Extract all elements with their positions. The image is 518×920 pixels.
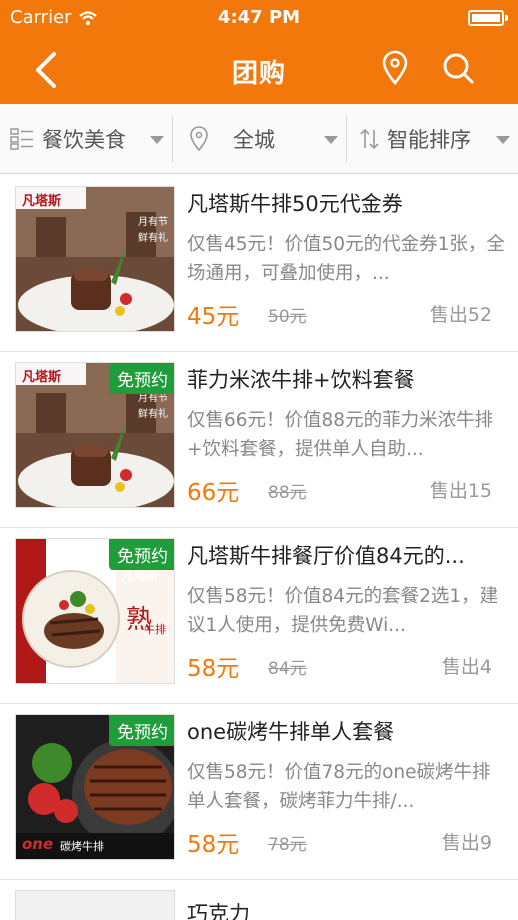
deal-price: 58元: [187, 832, 240, 858]
thumb-brand-text: one: [22, 835, 54, 853]
thumb-brand-text: 凡塔斯: [22, 370, 62, 385]
deal-price: 58元: [187, 656, 240, 682]
area-filter[interactable]: 全城: [172, 115, 346, 162]
caret-down-icon: [150, 135, 164, 144]
deal-price: 66元: [187, 480, 240, 506]
grid-icon: [10, 127, 33, 150]
deal-description: 仅售58元！价值84元的套餐2选1，建议1人使用，提供免费Wi...: [187, 586, 499, 636]
sold-count: 售出15: [429, 480, 492, 502]
sort-filter-label: 智能排序: [387, 127, 471, 152]
deal-title: one碳烤牛排单人套餐: [187, 720, 395, 744]
deal-title: 菲力米浓牛排+饮料套餐: [187, 368, 415, 392]
thumb-caption-text: 牛排: [144, 623, 166, 636]
filter-bar: 餐饮美食 全城 智能排序: [0, 104, 518, 174]
thumb-caption-text: 碳烤牛排: [60, 840, 104, 853]
sold-count: 售出9: [441, 832, 492, 854]
list-item[interactable]: 巧克力: [0, 880, 518, 920]
battery-icon: [468, 10, 508, 26]
deal-image: 凡塔斯 月有节 鲜有礼: [15, 186, 175, 332]
deal-title: 巧克力: [187, 902, 250, 920]
list-item[interactable]: one 碳烤牛排 免预约 one碳烤牛排单人套餐 仅售58元！价值78元的one…: [0, 704, 518, 880]
location-pin-icon[interactable]: [380, 50, 410, 86]
deal-description: 仅售58元！价值78元的one碳烤牛排单人套餐，碳烤菲力牛排/...: [187, 762, 491, 812]
status-bar: Carrier 4:47 PM: [0, 0, 518, 36]
deal-description: 仅售66元！价值88元的菲力米浓牛排+饮料套餐，提供单人自助...: [187, 410, 494, 460]
thumb-caption-text: 鲜有礼: [138, 409, 168, 420]
original-price: 84元: [268, 659, 307, 679]
thumb-caption-text: 月有节: [138, 217, 168, 228]
search-icon[interactable]: [440, 50, 476, 86]
header: Carrier 4:47 PM 团购: [0, 0, 518, 104]
original-price: 78元: [268, 835, 307, 855]
deal-image: one 碳烤牛排 免预约: [15, 714, 175, 860]
list-item[interactable]: 凡塔斯 月有节 鲜有礼 凡塔斯牛排50元代金券 仅售45元！价值50元的代金券1…: [0, 176, 518, 352]
thumb-brand-text: 凡塔斯: [22, 194, 62, 209]
nav-bar: 团购: [0, 36, 518, 104]
deal-image: [15, 890, 175, 920]
deal-description: 仅售45元！价值50元的代金券1张，全场通用，可叠加使用，...: [187, 234, 505, 284]
original-price: 50元: [268, 307, 307, 327]
status-time: 4:47 PM: [217, 7, 301, 28]
no-reservation-badge: 免预约: [109, 363, 174, 394]
location-pin-icon: [190, 125, 208, 151]
list-item[interactable]: 凡塔斯 月有节 鲜有礼 免预约 菲力米浓牛排+饮料套餐 仅售66元！价值88元的…: [0, 352, 518, 528]
sort-filter[interactable]: 智能排序: [346, 115, 518, 162]
original-price: 88元: [268, 483, 307, 503]
caret-down-icon: [496, 135, 510, 144]
deal-title: 凡塔斯牛排50元代金券: [187, 192, 403, 216]
area-filter-label: 全城: [233, 127, 275, 152]
category-filter-label: 餐饮美食: [42, 127, 126, 152]
sort-icon: [360, 128, 379, 149]
caret-down-icon: [324, 135, 338, 144]
deal-price: 45元: [187, 304, 240, 330]
no-reservation-badge: 免预约: [109, 715, 174, 746]
thumb-caption-text: 鲜有礼: [138, 233, 168, 244]
deal-image: 凡塔斯 熟 牛排 免预约: [15, 538, 175, 684]
deal-image: 凡塔斯 月有节 鲜有礼 免预约: [15, 362, 175, 508]
no-reservation-badge: 免预约: [109, 539, 174, 570]
category-filter[interactable]: 餐饮美食: [0, 116, 172, 162]
deal-title: 凡塔斯牛排餐厅价值84元的...: [187, 544, 465, 568]
sold-count: 售出52: [429, 304, 492, 326]
list-item[interactable]: 凡塔斯 熟 牛排 免预约 凡塔斯牛排餐厅价值84元的... 仅售58元！价值84…: [0, 528, 518, 704]
sold-count: 售出4: [441, 656, 492, 678]
